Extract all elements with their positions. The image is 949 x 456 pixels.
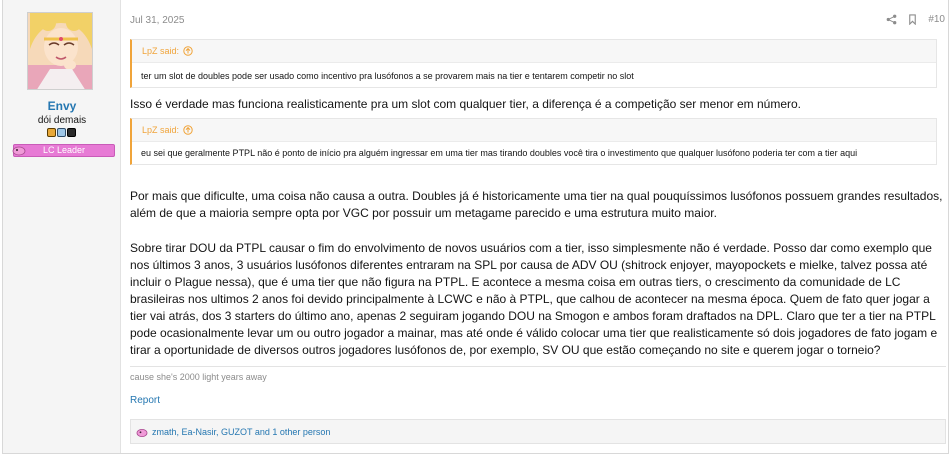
avatar-image: [28, 13, 92, 89]
post-date[interactable]: Jul 31, 2025: [130, 15, 185, 26]
avatar[interactable]: [27, 12, 93, 90]
signature: cause she's 2000 light years away: [130, 366, 946, 382]
quote-header[interactable]: LpZ said:: [132, 40, 936, 62]
post-paragraph: Isso é verdade mas funciona realisticame…: [130, 97, 801, 111]
user-title: dói demais: [37, 115, 87, 126]
badge-icon: [47, 128, 56, 137]
arrow-up-circle-icon[interactable]: [183, 125, 193, 135]
report-link[interactable]: Report: [130, 395, 160, 406]
post-main: Jul 31, 2025 #10 LpZ said: ter um slot d…: [121, 0, 949, 453]
reactions-list[interactable]: zmath, Ea-Nasir, GUZOT and 1 other perso…: [152, 427, 330, 437]
quote-author[interactable]: LpZ said:: [142, 125, 179, 135]
quote-text: eu sei que geralmente PTPL não é ponto d…: [132, 141, 936, 164]
arrow-up-circle-icon[interactable]: [183, 46, 193, 56]
quote-header[interactable]: LpZ said:: [132, 119, 936, 141]
bookmark-icon[interactable]: [907, 14, 918, 25]
reaction-icon: [136, 428, 148, 437]
share-icon[interactable]: [886, 14, 897, 25]
quote-block: LpZ said: ter um slot de doubles pode se…: [130, 39, 937, 88]
username[interactable]: Envy: [3, 99, 121, 113]
quote-text: ter um slot de doubles pode ser usado co…: [132, 62, 936, 87]
quote-author[interactable]: LpZ said:: [142, 46, 179, 56]
forum-post: Envy dói demais LC Leader Jul 31, 2025 #…: [2, 0, 949, 454]
post-paragraph: Sobre tirar DOU da PTPL causar o fim do …: [130, 241, 938, 357]
user-banner: LC Leader: [12, 144, 115, 157]
quote-block: LpZ said: eu sei que geralmente PTPL não…: [130, 118, 937, 165]
user-badges: [47, 128, 76, 139]
pokemon-sprite-icon: [12, 146, 26, 156]
post-actions: #10: [886, 14, 945, 25]
badge-icon: [67, 128, 76, 137]
reactions-bar[interactable]: zmath, Ea-Nasir, GUZOT and 1 other perso…: [130, 419, 946, 444]
user-sidebar: Envy dói demais LC Leader: [3, 0, 121, 453]
post-number[interactable]: #10: [928, 14, 945, 25]
post-paragraph: Por mais que dificulte, uma coisa não ca…: [130, 189, 943, 220]
banner-label: LC Leader: [42, 145, 86, 155]
badge-icon: [57, 128, 66, 137]
